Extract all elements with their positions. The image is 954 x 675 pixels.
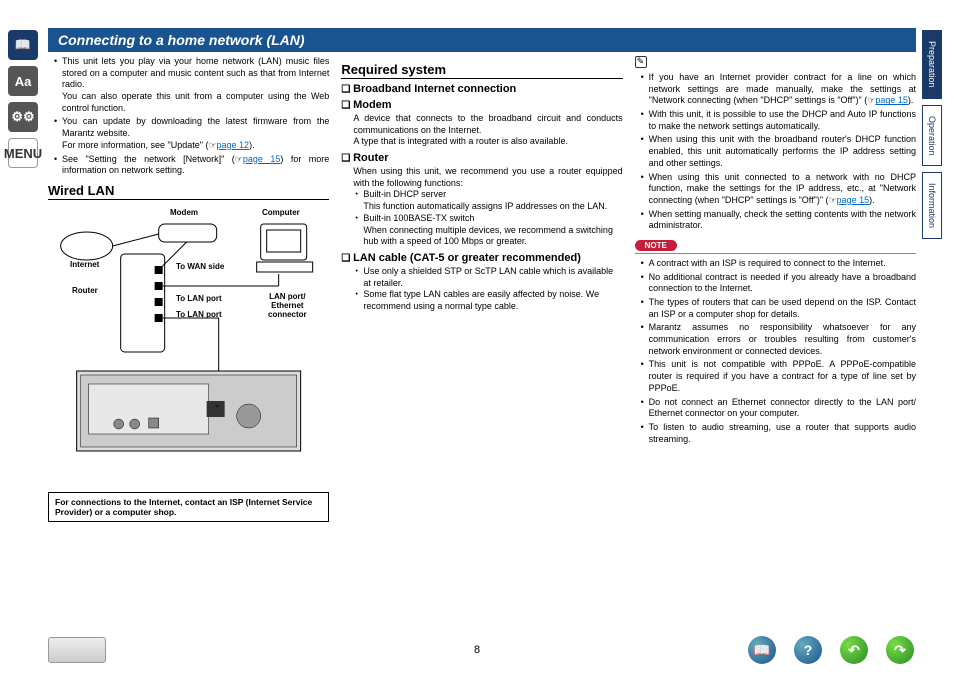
font-size-icon[interactable]: Aa: [8, 66, 38, 96]
link-update[interactable]: page 12: [217, 140, 250, 150]
bottom-bar: 8 📖 ? ↶ ↷: [0, 637, 954, 663]
note-item: This unit is not compatible with PPPoE. …: [641, 359, 916, 394]
cable-item: Use only a shielded STP or ScTP LAN cabl…: [355, 266, 622, 289]
note-item: To listen to audio streaming, use a rout…: [641, 422, 916, 445]
link-p15b[interactable]: page 15: [837, 195, 870, 205]
note-item: Do not connect an Ethernet connector dir…: [641, 397, 916, 420]
heading-modem: Modem: [341, 99, 622, 111]
settings-note: When setting manually, check the setting…: [641, 209, 916, 232]
modem-text: A device that connects to the broadband …: [353, 113, 622, 135]
intro-text: This unit lets you play via your home ne…: [54, 56, 329, 114]
link-network[interactable]: page 15: [243, 154, 281, 164]
tab-operation[interactable]: Operation: [922, 105, 942, 167]
label-wan: To WAN side: [176, 262, 224, 271]
router-item: Built-in 100BASE-TX switchWhen connectin…: [355, 213, 622, 248]
intro-text: You can update by downloading the latest…: [54, 116, 329, 151]
column-2: Required system Broadband Internet conne…: [341, 56, 622, 522]
pencil-icon: [635, 56, 647, 68]
intro-text: See "Setting the network [Network]" (☞pa…: [54, 154, 329, 177]
note-item: Marantz assumes no responsibility whatso…: [641, 322, 916, 357]
page-content: Connecting to a home network (LAN) This …: [48, 28, 916, 522]
router-lead: When using this unit, we recommend you u…: [341, 166, 622, 189]
label-lanport: To LAN port: [176, 294, 222, 303]
heading-required-system: Required system: [341, 62, 622, 79]
menu-icon[interactable]: MENU: [8, 138, 38, 168]
cable-item: Some flat type LAN cables are easily aff…: [355, 289, 622, 312]
column-1: This unit lets you play via your home ne…: [48, 56, 329, 522]
note-badge: NOTE: [635, 240, 677, 251]
note-item: No additional contract is needed if you …: [641, 272, 916, 295]
label-computer: Computer: [262, 208, 300, 217]
note-item: A contract with an ISP is required to co…: [641, 258, 916, 270]
tab-information[interactable]: Information: [922, 172, 942, 239]
label-modem: Modem: [170, 208, 198, 217]
device-thumbnail[interactable]: [48, 637, 106, 663]
settings-note: When using this unit connected to a netw…: [641, 172, 916, 207]
label-lanport2: To LAN port: [176, 310, 222, 319]
settings-icon[interactable]: ⚙⚙: [8, 102, 38, 132]
heading-wired-lan: Wired LAN: [48, 183, 329, 200]
nav-book-icon[interactable]: 📖: [748, 636, 776, 664]
column-3: If you have an Internet provider contrac…: [635, 56, 916, 522]
label-router: Router: [72, 286, 98, 295]
wiring-diagram: Modem Computer Internet Router To WAN si…: [48, 206, 329, 486]
isp-note-box: For connections to the Internet, contact…: [48, 492, 329, 522]
tab-preparation[interactable]: Preparation: [922, 30, 942, 99]
settings-note: With this unit, it is possible to use th…: [641, 109, 916, 132]
heading-cable: LAN cable (CAT-5 or greater recommended): [341, 252, 622, 264]
nav-help-icon[interactable]: ?: [794, 636, 822, 664]
note-item: The types of routers that can be used de…: [641, 297, 916, 320]
book-icon[interactable]: 📖: [8, 30, 38, 60]
router-item: Built-in DHCP serverThis function automa…: [355, 189, 622, 212]
settings-note: If you have an Internet provider contrac…: [641, 72, 916, 107]
nav-forward-icon[interactable]: ↷: [886, 636, 914, 664]
label-internet: Internet: [70, 260, 99, 269]
modem-text: A type that is integrated with a router …: [353, 136, 568, 146]
sidebar-left: 📖 Aa ⚙⚙ MENU: [8, 30, 42, 174]
sidebar-right: Preparation Operation Information: [922, 30, 948, 245]
label-lan-connector: LAN port/ Ethernet connector: [268, 292, 307, 319]
link-p15[interactable]: page 15: [875, 95, 908, 105]
heading-broadband: Broadband Internet connection: [341, 83, 622, 95]
heading-router: Router: [341, 152, 622, 164]
settings-note: When using this unit with the broadband …: [641, 134, 916, 169]
page-title: Connecting to a home network (LAN): [48, 28, 916, 52]
nav-back-icon[interactable]: ↶: [840, 636, 868, 664]
page-number: 8: [474, 644, 480, 656]
